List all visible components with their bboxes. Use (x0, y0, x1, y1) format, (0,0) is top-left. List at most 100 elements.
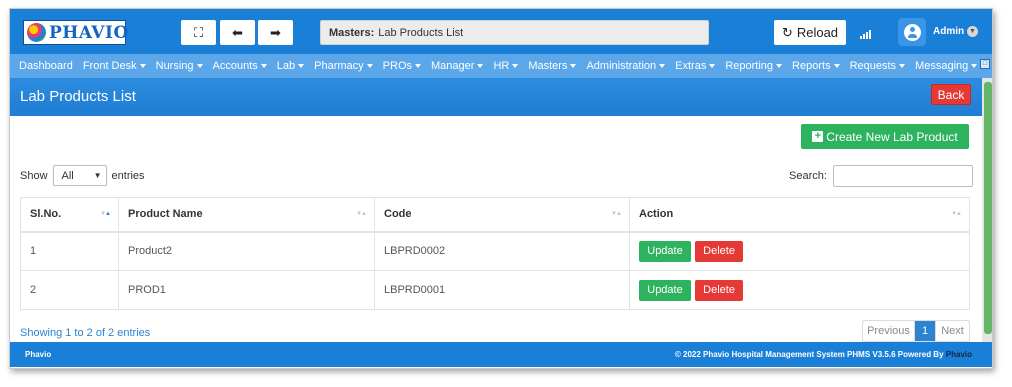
breadcrumb: Masters: Lab Products List (320, 20, 709, 45)
delete-button[interactable]: Delete (695, 279, 744, 301)
main-menu: Dashboard Front Desk Nursing Accounts Lab Pha… (10, 54, 992, 78)
user-icon (903, 23, 921, 41)
menu-item-administration[interactable]: Administration (581, 60, 670, 72)
sort-icon: ▼▲ (951, 211, 962, 217)
menu-item-nursing[interactable]: Nursing (151, 60, 208, 72)
page-header: Lab Products List Back (10, 78, 982, 116)
lab-products-table: Sl.No. ▼▲ Product Name ▼▲ Code ▼▲ Action… (20, 197, 970, 310)
scrollbar-thumb[interactable] (984, 82, 992, 334)
caret-down-icon (899, 64, 906, 69)
cell-product-name: Product2 (118, 231, 375, 271)
refresh-icon: ↻ (781, 24, 793, 40)
search-label: Search: (789, 170, 827, 182)
menu-item-accounts[interactable]: Accounts (208, 60, 272, 72)
entries-label: entries (111, 169, 145, 182)
sort-icon: ▼▲ (611, 211, 622, 217)
entries-length-control: Show All ▼ entries (20, 165, 145, 186)
menu-item-reporting[interactable]: Reporting (720, 60, 787, 72)
caret-down-icon (570, 64, 577, 69)
cell-actions: Update Delete (629, 270, 970, 310)
caret-down-icon (139, 64, 146, 69)
table-row: 1 Product2 LBPRD0002 Update Delete (20, 231, 970, 271)
reload-button[interactable]: ↻ Reload (774, 20, 846, 45)
page-1-button[interactable]: 1 (915, 321, 935, 341)
caret-down-icon (260, 64, 267, 69)
expand-icon: ⛶ (193, 24, 204, 40)
table-row: 2 PROD1 LBPRD0001 Update Delete (20, 270, 970, 310)
footer-brand-link[interactable]: Phavio (946, 350, 972, 359)
signal-icon (860, 29, 871, 39)
create-lab-product-button[interactable]: + Create New Lab Product (801, 124, 969, 149)
table-header-row: Sl.No. ▼▲ Product Name ▼▲ Code ▼▲ Action… (20, 197, 970, 233)
caret-down-icon (477, 64, 484, 69)
back-button[interactable]: Back (931, 84, 971, 105)
caret-down-icon (971, 64, 978, 69)
menu-item-masters[interactable]: Masters (523, 60, 581, 72)
update-button[interactable]: Update (639, 240, 691, 262)
cell-code: LBPRD0002 (374, 231, 630, 271)
delete-button[interactable]: Delete (695, 240, 744, 262)
footer-copyright: © 2022 Phavio Hospital Management System… (674, 350, 972, 359)
search-input[interactable] (832, 165, 973, 187)
close-icon[interactable]: □ (980, 59, 990, 69)
caret-down-icon (415, 64, 422, 69)
sort-icon: ▼▲ (356, 211, 367, 217)
entries-select-value: All (61, 169, 74, 182)
previous-page-button[interactable]: Previous (863, 321, 915, 341)
menu-item-manager[interactable]: Manager (426, 60, 488, 72)
caret-down-icon (366, 64, 373, 69)
logo-text: PHAVIO (49, 22, 129, 43)
update-button[interactable]: Update (639, 279, 691, 301)
forward-nav-button[interactable]: ➡ (258, 20, 293, 45)
avatar[interactable] (898, 18, 926, 46)
menu-item-hr[interactable]: HR (488, 60, 523, 72)
fullscreen-button[interactable]: ⛶ (181, 20, 216, 45)
plus-icon: + (812, 131, 824, 142)
app-window: PHAVIO ⛶ ⬅ ➡ Masters: Lab Products List … (9, 8, 993, 369)
column-header-product-name[interactable]: Product Name ▼▲ (118, 197, 375, 233)
menu-item-dashboard[interactable]: Dashboard (14, 60, 78, 72)
table-info: Showing 1 to 2 of 2 entries (20, 327, 151, 339)
menu-item-extras[interactable]: Extras (670, 60, 720, 72)
reload-label: Reload (796, 25, 839, 40)
sort-icon: ▼▲ (100, 211, 111, 217)
menu-item-pros[interactable]: PROs (378, 60, 426, 72)
cell-product-name: PROD1 (118, 270, 375, 310)
pagination: Previous 1 Next (862, 320, 970, 342)
caret-down-icon (709, 64, 716, 69)
next-page-button[interactable]: Next (935, 321, 969, 341)
caret-down-icon (776, 64, 783, 69)
vertical-scrollbar[interactable] (982, 78, 992, 342)
show-label: Show (20, 169, 48, 182)
entries-select[interactable]: All ▼ (52, 165, 107, 186)
cell-code: LBPRD0001 (374, 270, 630, 310)
menu-item-reports[interactable]: Reports (787, 60, 845, 72)
menu-item-lab[interactable]: Lab (272, 60, 309, 72)
menu-item-messaging[interactable]: Messaging (910, 60, 982, 72)
main-content: + Create New Lab Product Show All ▼ entr… (10, 116, 982, 342)
column-header-action[interactable]: Action ▼▲ (629, 197, 970, 233)
arrow-left-icon: ⬅ (232, 24, 243, 40)
cell-actions: Update Delete (629, 231, 970, 271)
logo-mark-icon (27, 23, 46, 42)
caret-down-icon (833, 64, 840, 69)
menu-item-pharmacy[interactable]: Pharmacy (309, 60, 378, 72)
column-header-sl-no[interactable]: Sl.No. ▼▲ (20, 197, 119, 233)
caret-down-icon (298, 64, 305, 69)
cell-sl-no: 1 (20, 231, 119, 271)
breadcrumb-value: Lab Products List (378, 26, 464, 39)
menu-item-requests[interactable]: Requests (845, 60, 910, 72)
arrow-right-icon: ➡ (270, 24, 281, 40)
column-header-code[interactable]: Code ▼▲ (374, 197, 630, 233)
create-label: Create New Lab Product (826, 129, 958, 144)
caret-down-icon (512, 64, 519, 69)
caret-down-icon (659, 64, 666, 69)
menu-item-front-desk[interactable]: Front Desk (78, 60, 151, 72)
top-header: PHAVIO ⛶ ⬅ ➡ Masters: Lab Products List … (10, 9, 992, 54)
logo[interactable]: PHAVIO (23, 20, 129, 45)
user-name[interactable]: Admin (933, 26, 964, 37)
footer-left-text: Phavio (25, 350, 52, 359)
cell-sl-no: 2 (20, 270, 119, 310)
back-nav-button[interactable]: ⬅ (220, 20, 255, 45)
chevron-down-icon[interactable]: ▼ (967, 26, 978, 37)
